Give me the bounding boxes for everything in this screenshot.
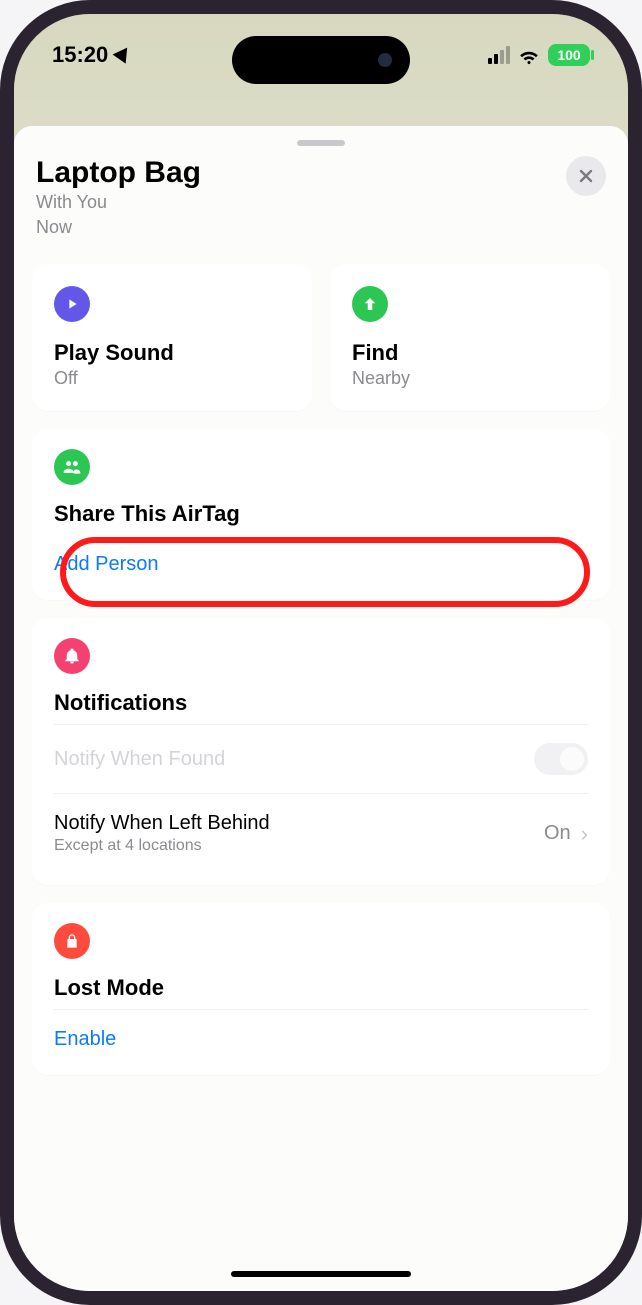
share-section: Share This AirTag Add Person	[32, 429, 610, 600]
wifi-icon	[518, 44, 540, 66]
close-button[interactable]	[566, 156, 606, 196]
item-detail-sheet: Laptop Bag With You Now Play Sound	[14, 126, 628, 1291]
iphone-frame: 15:20 100 Laptop Bag With You Now	[0, 0, 642, 1305]
status-time: 15:20	[52, 42, 108, 68]
notify-left-label: Notify When Left Behind	[54, 812, 270, 835]
home-indicator[interactable]	[231, 1271, 411, 1277]
play-sound-status: Off	[54, 368, 290, 389]
people-icon	[54, 449, 90, 485]
item-location-status: With You	[36, 191, 201, 214]
bell-icon	[54, 638, 90, 674]
notify-left-sub: Except at 4 locations	[54, 837, 270, 855]
add-person-button[interactable]: Add Person	[54, 535, 588, 588]
lost-mode-title: Lost Mode	[54, 975, 588, 1001]
play-sound-tile[interactable]: Play Sound Off	[32, 264, 312, 411]
chevron-right-icon: ›	[581, 821, 588, 847]
play-sound-title: Play Sound	[54, 340, 290, 366]
arrow-up-icon	[352, 286, 388, 322]
dynamic-island	[232, 36, 410, 84]
lock-icon	[54, 923, 90, 959]
notifications-title: Notifications	[54, 690, 588, 716]
find-title: Find	[352, 340, 588, 366]
sheet-grabber[interactable]	[297, 140, 345, 146]
find-tile[interactable]: Find Nearby	[330, 264, 610, 411]
item-time-status: Now	[36, 216, 201, 239]
play-icon	[54, 286, 90, 322]
notify-when-found-row: Notify When Found	[54, 724, 588, 793]
battery-indicator: 100	[548, 44, 590, 66]
lost-mode-enable-button[interactable]: Enable	[54, 1028, 116, 1051]
item-title: Laptop Bag	[36, 156, 201, 189]
notify-found-toggle	[534, 743, 588, 775]
share-title: Share This AirTag	[54, 501, 588, 527]
close-icon	[578, 168, 594, 184]
notifications-section: Notifications Notify When Found Notify W…	[32, 618, 610, 885]
location-icon	[113, 43, 134, 64]
find-status: Nearby	[352, 368, 588, 389]
notify-left-behind-row[interactable]: Notify When Left Behind Except at 4 loca…	[54, 793, 588, 873]
notify-left-value: On	[544, 822, 571, 845]
notify-found-label: Notify When Found	[54, 748, 225, 771]
screen: 15:20 100 Laptop Bag With You Now	[14, 14, 628, 1291]
cellular-icon	[488, 46, 510, 64]
lost-mode-section: Lost Mode Enable	[32, 903, 610, 1075]
